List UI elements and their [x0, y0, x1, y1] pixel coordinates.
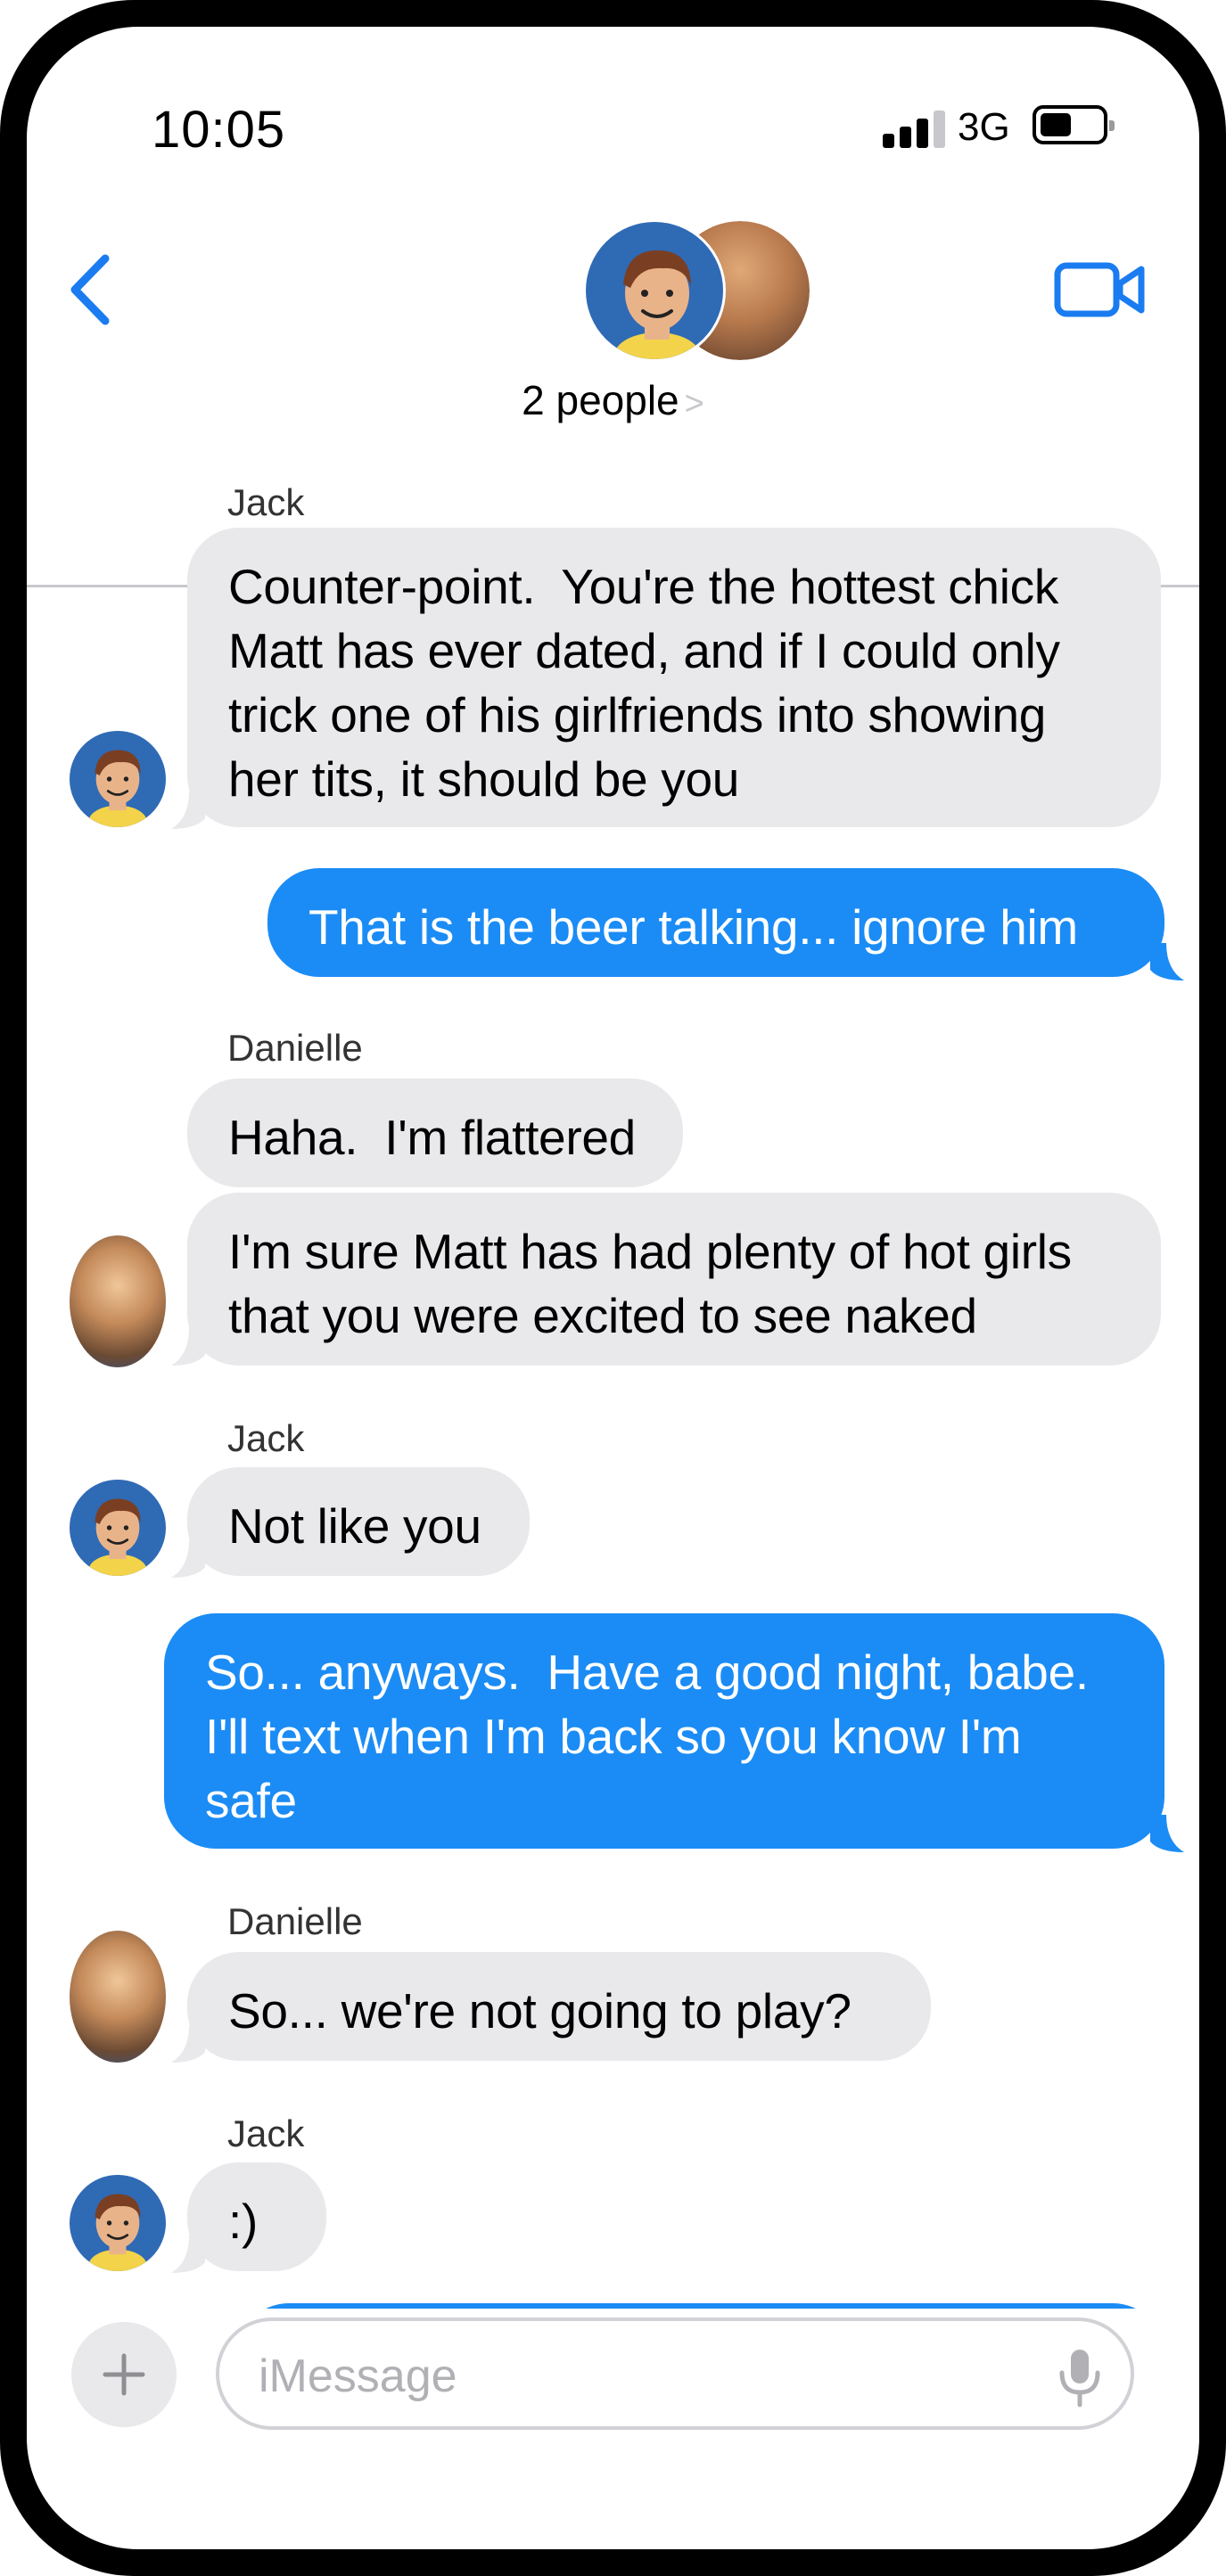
- incoming-message-bubble[interactable]: Counter-point. You're the hottest chick …: [187, 528, 1161, 827]
- video-call-icon[interactable]: [1052, 250, 1150, 330]
- signal-icon: [883, 109, 945, 148]
- sender-name: Jack: [227, 2112, 305, 2154]
- bubble-tail: [171, 1540, 205, 1578]
- outgoing-message-bubble[interactable]: That is the beer talking... ignore him: [267, 868, 1164, 977]
- status-bar: 10:05 3G: [27, 27, 1199, 169]
- bubble-tail: [171, 1328, 205, 1366]
- status-time: 10:05: [152, 101, 286, 159]
- jack-avatar[interactable]: [70, 731, 166, 827]
- phone-screen: 10:05 3G 2 people > Jack Counter-point. …: [27, 27, 1199, 2549]
- bubble-tail: [1150, 1815, 1184, 1852]
- sender-name: Danielle: [227, 1900, 363, 1942]
- jack-avatar[interactable]: [70, 2175, 166, 2271]
- plus-icon: [103, 2353, 145, 2396]
- incoming-message-bubble[interactable]: Haha. I'm flattered: [187, 1079, 683, 1187]
- jack-avatar[interactable]: [70, 1480, 166, 1576]
- jack-avatar-small: [583, 219, 726, 362]
- bubble-tail: [171, 792, 205, 829]
- message-field[interactable]: [216, 2318, 1134, 2430]
- bubble-tail: [171, 2025, 205, 2063]
- incoming-message-bubble[interactable]: Not like you: [187, 1467, 530, 1576]
- add-attachment-button[interactable]: [71, 2322, 177, 2427]
- sender-name: Jack: [227, 481, 305, 523]
- network-label: 3G: [958, 105, 1010, 149]
- danielle-avatar[interactable]: [70, 1931, 166, 2063]
- outgoing-message-bubble[interactable]: So... anyways. Have a good night, babe. …: [164, 1613, 1164, 1849]
- bubble-tail: [171, 2236, 205, 2273]
- conversation-header: 2 people >: [27, 187, 1199, 587]
- message-thread[interactable]: Jack Counter-point. You're the hottest c…: [27, 428, 1199, 2309]
- danielle-avatar[interactable]: [70, 1235, 166, 1367]
- phone-frame: 10:05 3G 2 people > Jack Counter-point. …: [0, 0, 1226, 2576]
- microphone-icon[interactable]: [1053, 2346, 1107, 2408]
- people-count-label: 2 people: [522, 377, 679, 423]
- back-chevron-icon[interactable]: [61, 250, 123, 330]
- sender-name: Danielle: [227, 1027, 363, 1069]
- sender-name: Jack: [227, 1417, 305, 1459]
- incoming-message-bubble[interactable]: So... we're not going to play?: [187, 1952, 931, 2061]
- group-avatar[interactable]: [583, 219, 810, 364]
- battery-icon: [1033, 105, 1115, 144]
- incoming-message-bubble[interactable]: I'm sure Matt has had plenty of hot girl…: [187, 1193, 1161, 1366]
- compose-bar: [27, 2309, 1199, 2442]
- bubble-tail: [1150, 943, 1184, 980]
- imessage-input[interactable]: [259, 2348, 990, 2405]
- chevron-right-icon: >: [684, 385, 704, 422]
- people-count-link[interactable]: 2 people >: [27, 376, 1199, 424]
